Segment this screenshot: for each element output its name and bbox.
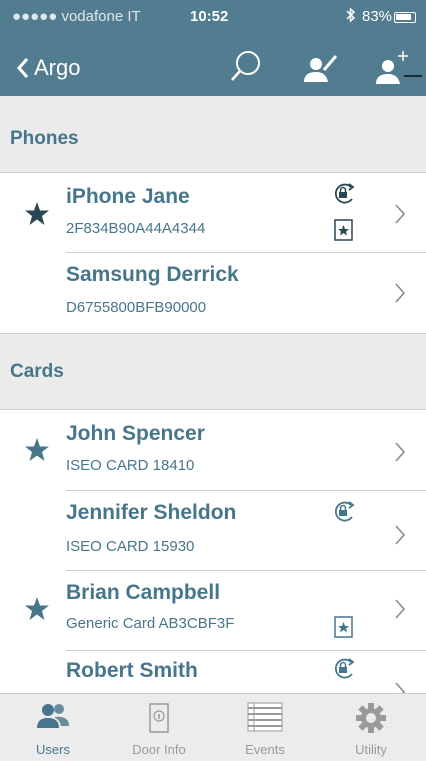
item-name: Samsung Derrick — [66, 263, 239, 286]
search-icon[interactable] — [228, 48, 264, 89]
chevron-right-icon — [394, 282, 406, 309]
chevron-left-icon — [16, 58, 29, 78]
lock-rotate-icon — [332, 657, 358, 686]
nav-header: ●●●●● vodafone IT 10:52 83% Argo — [0, 0, 426, 96]
list-item[interactable]: Robert Smith — [0, 651, 426, 693]
door-icon — [147, 702, 171, 739]
tab-door-info[interactable]: Door Info — [106, 694, 212, 762]
tab-label: Events — [245, 742, 285, 757]
item-name: Brian Campbell — [66, 581, 221, 604]
chevron-right-icon — [394, 203, 406, 230]
carrier-label: ●●●●● vodafone IT — [12, 8, 141, 25]
star-icon — [24, 437, 50, 467]
status-bar: ●●●●● vodafone IT 10:52 83% — [0, 7, 426, 28]
battery-percent: 83% — [362, 8, 393, 25]
bluetooth-icon — [346, 7, 356, 27]
events-list-icon — [247, 702, 283, 737]
battery-icon — [394, 12, 416, 23]
item-code: ISEO CARD 15930 — [66, 538, 195, 555]
chevron-right-icon — [394, 441, 406, 468]
item-name: Robert Smith — [66, 659, 198, 682]
item-code: Generic Card AB3CBF3F — [66, 615, 235, 632]
list-item[interactable]: Brian Campbell Generic Card AB3CBF3F — [0, 571, 426, 650]
star-card-icon — [334, 616, 354, 643]
item-name: John Spencer — [66, 422, 205, 445]
list-item[interactable]: Jennifer Sheldon ISEO CARD 15930 — [0, 491, 426, 570]
chevron-right-icon — [394, 598, 406, 625]
user-edit-icon[interactable] — [302, 48, 340, 91]
lock-rotate-icon — [332, 182, 358, 211]
section-title: Cards — [10, 361, 64, 382]
list-item[interactable]: Samsung Derrick D6755800BFB90000 — [0, 253, 426, 333]
list-item[interactable]: John Spencer ISEO CARD 18410 — [0, 410, 426, 490]
star-card-icon — [334, 219, 354, 246]
tab-label: Utility — [355, 742, 387, 757]
tab-users[interactable]: Users — [0, 694, 106, 762]
gear-icon — [355, 702, 387, 739]
chevron-right-icon — [394, 681, 406, 693]
list-item[interactable]: iPhone Jane 2F834B90A44A4344 — [0, 173, 426, 252]
item-code: D6755800BFB90000 — [66, 299, 207, 316]
users-icon — [36, 702, 70, 735]
back-button[interactable]: Argo — [16, 52, 80, 84]
tab-label: Door Info — [132, 742, 186, 757]
item-code: 2F834B90A44A4344 — [66, 220, 206, 237]
back-label: Argo — [34, 55, 81, 80]
section-header-phones: Phones — [0, 96, 426, 172]
chevron-right-icon — [394, 524, 406, 551]
item-name: iPhone Jane — [66, 185, 190, 208]
section-title: Phones — [10, 128, 79, 149]
status-time: 10:52 — [190, 8, 229, 25]
lock-rotate-icon — [332, 500, 358, 529]
tab-bar: Users Door Info Events Utility — [0, 693, 426, 761]
star-icon — [24, 596, 50, 626]
item-name: Jennifer Sheldon — [66, 501, 237, 524]
tab-utility[interactable]: Utility — [318, 694, 424, 762]
tab-events[interactable]: Events — [212, 694, 318, 762]
user-add-icon[interactable] — [374, 48, 422, 93]
item-code: ISEO CARD 18410 — [66, 457, 195, 474]
section-header-cards: Cards — [0, 334, 426, 409]
tab-label: Users — [36, 742, 70, 757]
star-icon — [24, 201, 50, 231]
